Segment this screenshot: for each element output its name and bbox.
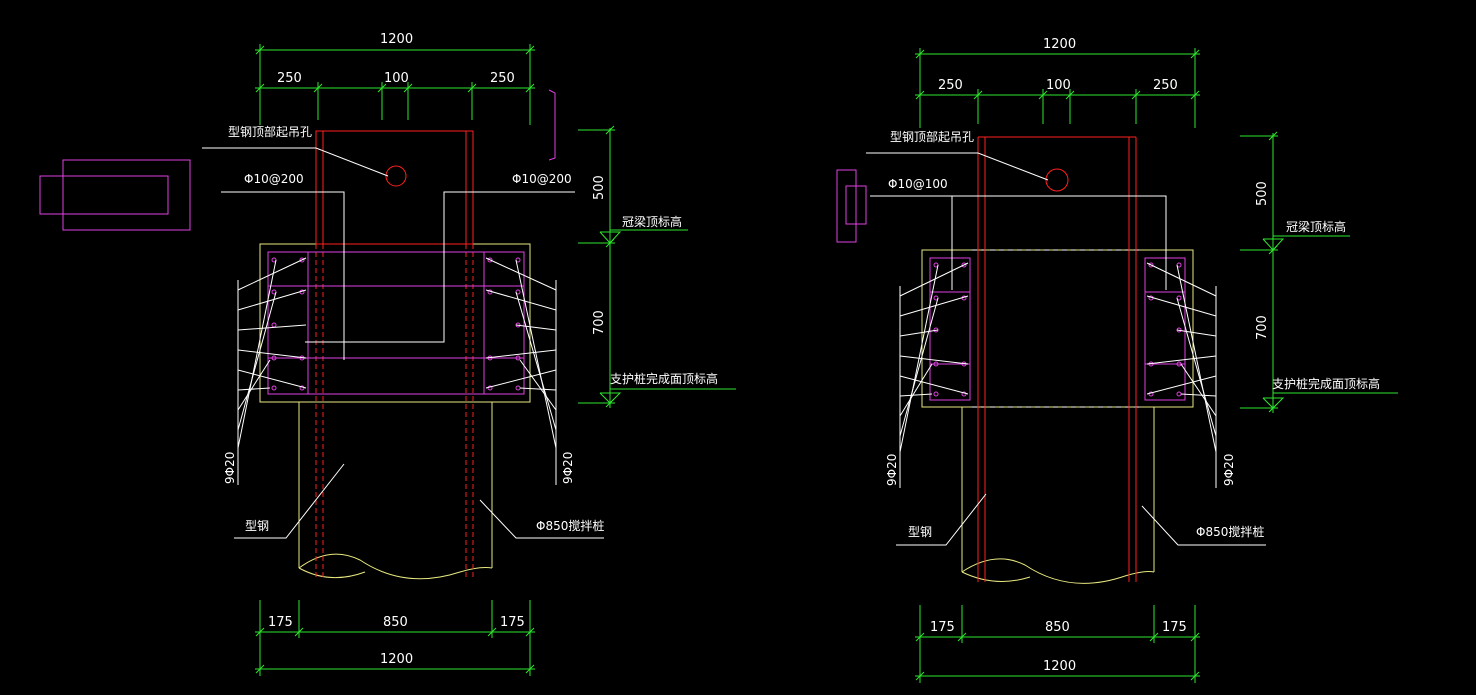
left-top-dimensions: 1200 250 100 250	[255, 32, 535, 125]
right-lift-hole-leader	[866, 152, 1049, 181]
left-section-mark-outer	[62, 159, 191, 231]
left-right-dimensions: 500 700 冠梁顶标高 支护桩完成面顶标高	[578, 125, 736, 408]
right-dim-top-total: 1200	[1043, 37, 1076, 52]
left-section-bracket	[548, 89, 556, 161]
left-steel-section	[315, 130, 474, 578]
left-stirrup-leaders: Φ10@200 Φ10@200	[221, 172, 575, 360]
right-dim-bot-b: 850	[1045, 620, 1070, 635]
right-steel-label: 型钢	[908, 525, 932, 539]
left-pile-top-label: 支护桩完成面顶标高	[610, 371, 718, 386]
right-dim-top-c: 250	[1153, 78, 1178, 93]
left-pile-label: Φ850搅拌桩	[536, 518, 604, 533]
right-bottom-dimensions: 175 850 175 1200	[915, 605, 1200, 683]
right-pile-top-label: 支护桩完成面顶标高	[1272, 376, 1380, 391]
right-mixing-pile	[961, 407, 1155, 584]
right-crown-beam	[921, 249, 1194, 408]
cad-drawing-canvas: 1200 250 100 250 500 700 冠梁顶标高 支护桩完成面顶标高	[39, 32, 1398, 683]
left-rebar-right-label: 9Φ20	[561, 452, 575, 484]
right-lift-hole-circle	[1045, 168, 1069, 192]
left-dim-top-c: 250	[490, 71, 515, 86]
left-lift-hole-label: 型钢顶部起吊孔	[228, 124, 312, 139]
left-lift-hole-circle	[385, 165, 407, 187]
right-steel-section	[977, 136, 1137, 582]
left-section-mark-inner	[39, 175, 169, 215]
right-dim-top-a: 250	[938, 78, 963, 93]
left-dim-bot-c: 175	[500, 615, 525, 630]
right-rebar-dots	[933, 262, 1182, 397]
right-rebar-right-label: 9Φ20	[1222, 454, 1236, 486]
left-mixing-pile	[298, 402, 493, 580]
left-dim-top-total: 1200	[380, 32, 413, 47]
left-stirrup-right-label: Φ10@200	[512, 172, 572, 186]
left-crown-beam	[259, 243, 531, 403]
right-dim-top-b: 100	[1046, 78, 1071, 93]
left-dim-bot-b: 850	[383, 615, 408, 630]
left-dim-bot-a: 175	[268, 615, 293, 630]
right-dim-bot-total: 1200	[1043, 659, 1076, 674]
right-dim-right-upper: 500	[1255, 181, 1270, 206]
right-detail: 1200 250 100 250 500 700 冠梁顶标高 支护桩完成面顶标高	[836, 37, 1398, 683]
right-stirrup-leaders: Φ10@100	[870, 177, 1167, 290]
left-stirrup-left-label: Φ10@200	[244, 172, 304, 186]
right-dim-bot-a: 175	[930, 620, 955, 635]
left-rebar-cage	[267, 251, 525, 395]
right-crown-beam-top-label: 冠梁顶标高	[1286, 219, 1346, 234]
right-rebar-cage	[929, 257, 1186, 401]
left-crown-beam-top-label: 冠梁顶标高	[622, 214, 682, 229]
right-dim-bot-c: 175	[1162, 620, 1187, 635]
right-top-dimensions: 1200 250 100 250	[915, 37, 1200, 128]
right-rebar-left-label: 9Φ20	[885, 454, 899, 486]
left-dim-top-b: 100	[384, 71, 409, 86]
left-rebar-left-label: 9Φ20	[223, 452, 237, 484]
right-dim-right-lower: 700	[1255, 315, 1270, 340]
left-dim-right-upper: 500	[592, 175, 607, 200]
left-rebar-dots	[271, 257, 521, 391]
left-bottom-dimensions: 175 850 175 1200	[255, 600, 535, 676]
right-lift-hole-label: 型钢顶部起吊孔	[890, 129, 974, 144]
left-rebar-leaders: 9Φ20 9Φ20	[223, 257, 575, 485]
left-dim-bot-total: 1200	[380, 652, 413, 667]
left-steel-label: 型钢	[245, 519, 269, 533]
left-dim-top-a: 250	[277, 71, 302, 86]
left-dim-right-lower: 700	[592, 310, 607, 335]
right-pile-label: Φ850搅拌桩	[1196, 524, 1264, 539]
left-detail: 1200 250 100 250 500 700 冠梁顶标高 支护桩完成面顶标高	[39, 32, 736, 676]
right-stirrup-label: Φ10@100	[888, 177, 948, 191]
right-right-dimensions: 500 700 冠梁顶标高 支护桩完成面顶标高	[1240, 131, 1398, 413]
